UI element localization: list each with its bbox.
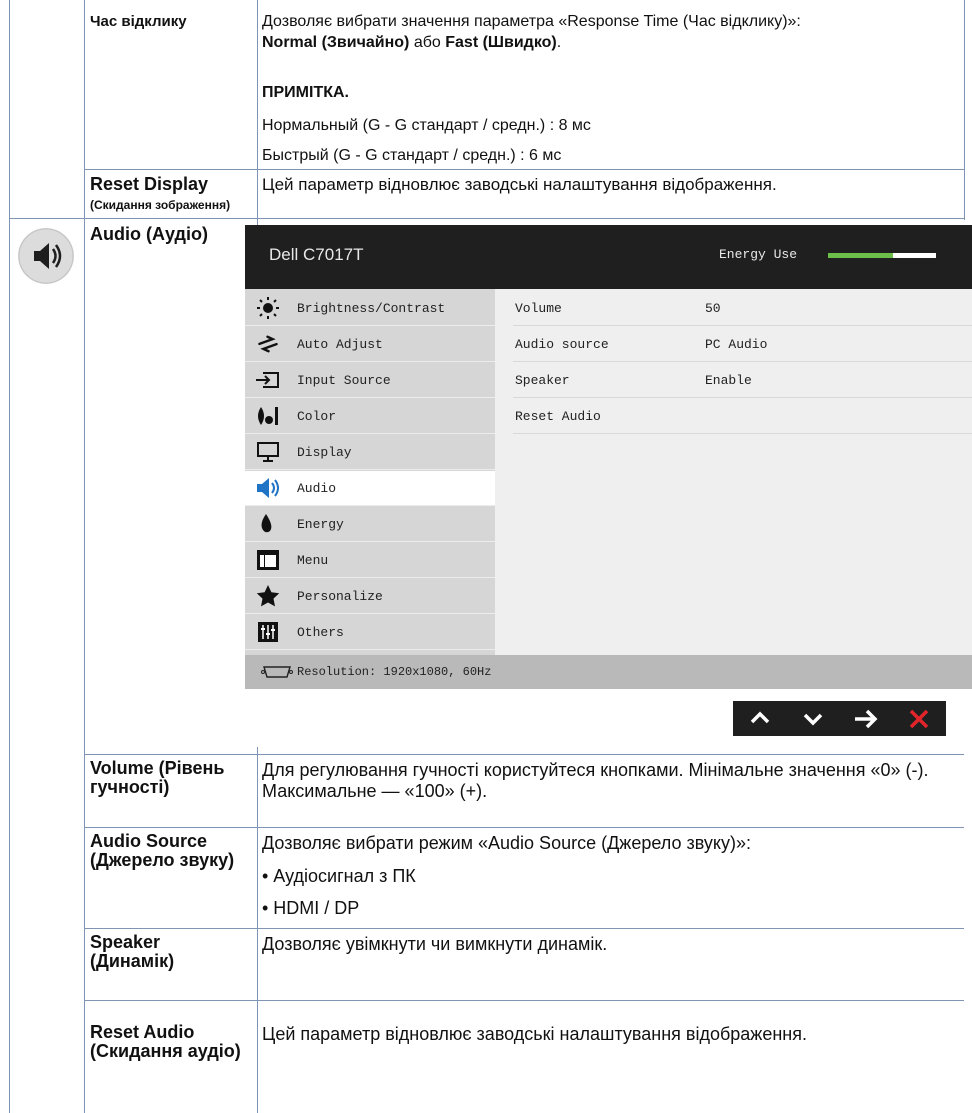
osd-nav-buttons bbox=[733, 701, 946, 736]
audio-source-desc: Дозволяє вибрати режим «Audio Source (Дж… bbox=[262, 833, 751, 853]
menu-item-label: Audio bbox=[297, 481, 337, 496]
menu-item-color[interactable]: Color bbox=[245, 399, 495, 434]
option-normal: Normal (Звичайно) bbox=[262, 33, 410, 51]
grid-hline bbox=[84, 754, 964, 755]
color-icon bbox=[258, 407, 278, 425]
note-normal: Нормальный (G - G стандарт / средн.) : 8… bbox=[262, 117, 591, 134]
menu-item-personalize[interactable]: Personalize bbox=[245, 579, 495, 614]
reset-audio-label: Reset Audio (Скидання аудіо) bbox=[90, 1022, 241, 1061]
energy-icon bbox=[261, 514, 272, 533]
menu-item-label: Input Source bbox=[297, 373, 391, 388]
reset-display-sublabel: (Скидання зображення) bbox=[90, 198, 231, 212]
energy-use-label: Energy Use bbox=[719, 247, 798, 262]
grid-right-border bbox=[964, 0, 965, 220]
reset-audio-desc: Цей параметр відновлює заводські налашту… bbox=[262, 1024, 807, 1044]
speaker-desc: Дозволяє увімкнути чи вимкнути динамік. bbox=[262, 934, 608, 954]
vga-connector-icon bbox=[261, 666, 293, 678]
setting-value: Enable bbox=[705, 373, 752, 388]
menu-item-label: Menu bbox=[297, 553, 329, 568]
audio-icon bbox=[16, 226, 76, 286]
auto-adjust-icon bbox=[258, 335, 278, 353]
close-icon bbox=[909, 709, 929, 729]
audio-source-option: • Аудіосигнал з ПК bbox=[262, 866, 416, 886]
grid-hline bbox=[84, 827, 964, 828]
response-time-desc: Дозволяє вибрати значення параметра «Res… bbox=[262, 12, 942, 54]
setting-key: Speaker bbox=[515, 373, 570, 388]
menu-item-others[interactable]: Others bbox=[245, 615, 495, 650]
setting-key: Audio source bbox=[515, 337, 609, 352]
up-button[interactable] bbox=[733, 701, 786, 736]
menu-item-label: Others bbox=[297, 625, 344, 640]
grid-hline bbox=[84, 1000, 964, 1001]
menu-item-label: Display bbox=[297, 445, 352, 460]
menu-item-label: Energy bbox=[297, 517, 344, 532]
osd-model-name: Dell C7017T bbox=[269, 245, 364, 264]
menu-item-menu[interactable]: Menu bbox=[245, 543, 495, 578]
option-fast: Fast (Швидко) bbox=[445, 33, 557, 51]
note-fast: Быстрый (G - G стандарт / средн.) : 6 мс bbox=[262, 147, 562, 164]
menu-item-input-source[interactable]: Input Source bbox=[245, 363, 495, 398]
menu-item-label: Color bbox=[297, 409, 337, 424]
display-icon bbox=[257, 442, 279, 462]
menu-item-label: Personalize bbox=[297, 589, 383, 604]
energy-use-meter-fill bbox=[828, 253, 893, 258]
setting-row-audio-source[interactable]: Audio source PC Audio bbox=[513, 325, 972, 362]
chevron-up-icon bbox=[750, 711, 770, 724]
menu-item-display[interactable]: Display bbox=[245, 435, 495, 470]
speaker-icon bbox=[257, 478, 279, 498]
down-button[interactable] bbox=[786, 701, 839, 736]
setting-row-volume[interactable]: Volume 50 bbox=[513, 289, 972, 326]
osd-menu-screenshot: Dell C7017T Energy Use Brightness/Contra… bbox=[245, 225, 972, 747]
resolution-info: Resolution: 1920x1080, 60Hz bbox=[297, 665, 492, 679]
speaker-label: Speaker (Динамік) bbox=[90, 932, 175, 971]
volume-label: Volume (Рівень гучності) bbox=[90, 758, 225, 797]
setting-value: PC Audio bbox=[705, 337, 768, 352]
others-icon bbox=[258, 622, 278, 642]
osd-audio-submenu: Volume 50 Audio source PC Audio Speaker … bbox=[495, 289, 972, 655]
menu-item-label: Auto Adjust bbox=[297, 337, 383, 352]
osd-footer: Resolution: 1920x1080, 60Hz bbox=[245, 655, 972, 689]
menu-item-auto-adjust[interactable]: Auto Adjust bbox=[245, 327, 495, 362]
volume-desc: Для регулювання гучності користуйтеся кн… bbox=[262, 760, 929, 801]
setting-key: Volume bbox=[515, 301, 562, 316]
input-source-icon bbox=[256, 372, 279, 388]
grid-hline bbox=[9, 218, 964, 219]
audio-label: Audio (Аудіо) bbox=[90, 224, 208, 244]
grid-left-border bbox=[9, 0, 10, 1113]
menu-item-audio[interactable]: Audio bbox=[245, 471, 495, 506]
menu-icon bbox=[257, 550, 279, 570]
menu-item-label: Brightness/Contrast bbox=[297, 301, 446, 316]
reset-display-desc: Цей параметр відновлює заводські налашту… bbox=[262, 175, 777, 194]
setting-value: 50 bbox=[705, 301, 721, 316]
chevron-down-icon bbox=[803, 713, 823, 726]
setting-row-reset-audio[interactable]: Reset Audio bbox=[513, 397, 972, 434]
setting-row-speaker[interactable]: Speaker Enable bbox=[513, 361, 972, 398]
menu-item-brightness-contrast[interactable]: Brightness/Contrast bbox=[245, 291, 495, 326]
grid-col1-divider bbox=[84, 0, 85, 1113]
options-or: або bbox=[409, 33, 446, 51]
response-time-label: Час відклику bbox=[90, 13, 187, 30]
grid-hline bbox=[84, 169, 964, 170]
options-end: . bbox=[556, 33, 562, 51]
menu-item-energy[interactable]: Energy bbox=[245, 507, 495, 542]
grid-hline bbox=[84, 928, 964, 929]
reset-display-label: Reset Display bbox=[90, 174, 209, 194]
osd-header: Dell C7017T Energy Use bbox=[245, 225, 972, 289]
arrow-right-icon bbox=[855, 709, 878, 729]
response-time-desc-lead: Дозволяє вибрати значення параметра «Res… bbox=[262, 13, 801, 30]
exit-button[interactable] bbox=[892, 701, 945, 736]
setting-key: Reset Audio bbox=[515, 409, 601, 424]
audio-source-option: • HDMI / DP bbox=[262, 898, 360, 918]
star-icon bbox=[256, 585, 280, 607]
enter-button[interactable] bbox=[839, 701, 892, 736]
audio-source-label: Audio Source (Джерело звуку) bbox=[90, 831, 235, 870]
note-title: ПРИМІТКА. bbox=[262, 84, 349, 101]
brightness-icon bbox=[257, 297, 279, 319]
osd-main-menu: Brightness/Contrast Auto Adjust Input So… bbox=[245, 289, 495, 655]
energy-use-meter bbox=[828, 253, 936, 258]
